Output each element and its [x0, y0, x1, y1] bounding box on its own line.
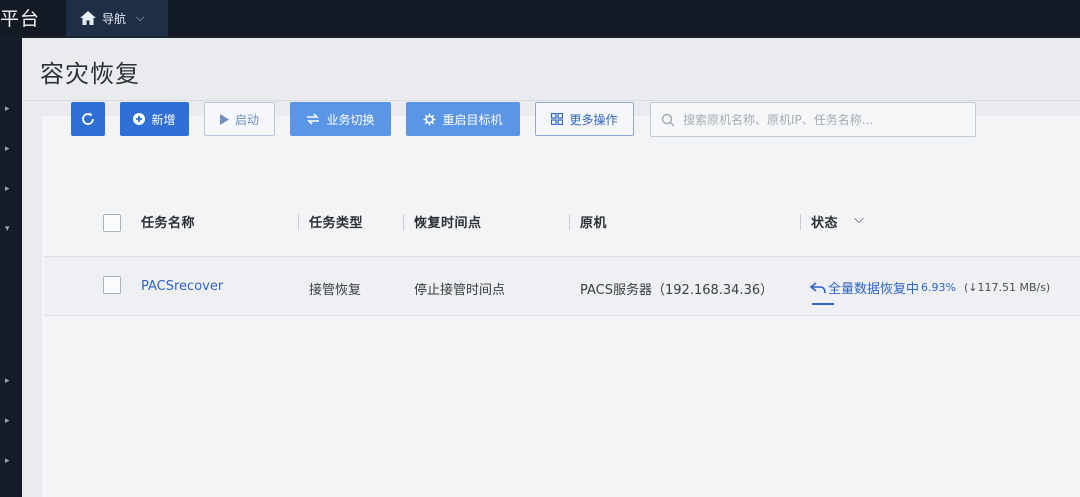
sidebar-expand-icon[interactable]: ▸ — [5, 144, 10, 154]
more-actions-button[interactable]: 更多操作 — [535, 102, 634, 136]
gear-icon — [423, 112, 437, 126]
column-separator — [298, 214, 299, 230]
business-switch-label: 业务切换 — [326, 112, 375, 127]
restore-icon — [810, 281, 826, 293]
restart-target-label: 重启目标机 — [442, 112, 503, 127]
refresh-button[interactable] — [71, 102, 105, 136]
recovery-time-cell: 停止接管时间点 — [414, 283, 506, 298]
search-box[interactable] — [650, 102, 976, 137]
divider — [22, 100, 1080, 101]
search-icon — [661, 113, 675, 127]
progress-bar — [812, 303, 834, 305]
transfer-speed: (↓117.51 MB/s) — [963, 281, 1051, 294]
sidebar-expand-icon[interactable]: ▾ — [5, 224, 10, 234]
home-icon — [80, 11, 96, 25]
sidebar-expand-icon[interactable]: ▸ — [5, 184, 10, 194]
business-switch-button[interactable]: 业务切换 — [290, 102, 391, 136]
chevron-down-icon[interactable]: ⌵ — [854, 212, 864, 227]
nav-menu-button[interactable]: 导航 ⌵ — [66, 0, 168, 36]
nav-label: 导航 — [102, 11, 127, 26]
chevron-down-icon: ⌵ — [136, 11, 145, 24]
plus-circle-icon — [133, 113, 146, 125]
progress-percent: 6.93% — [921, 281, 956, 294]
task-name-link[interactable]: PACSrecover — [141, 279, 223, 294]
sidebar-expand-icon[interactable]: ▸ — [5, 456, 10, 466]
page-title: 容灾恢复 — [40, 60, 140, 88]
select-all-checkbox[interactable] — [103, 214, 121, 232]
start-button-label: 启动 — [234, 112, 259, 127]
add-button[interactable]: 新增 — [120, 102, 189, 136]
table-row[interactable]: PACSrecover 接管恢复 停止接管时间点 PACS服务器（192.168… — [44, 256, 1080, 316]
column-header-recovery-time: 恢复时间点 — [414, 216, 482, 231]
sidebar-expand-icon[interactable]: ▸ — [5, 104, 10, 114]
top-nav-bar: 平台 导航 ⌵ — [0, 0, 1080, 36]
source-machine-cell: PACS服务器（192.168.34.36） — [580, 283, 774, 298]
column-separator — [569, 214, 570, 230]
column-header-status[interactable]: 状态 — [811, 212, 838, 231]
play-icon — [219, 113, 229, 125]
status-text: 全量数据恢复中 — [828, 282, 920, 297]
task-type-cell: 接管恢复 — [309, 283, 362, 298]
status-cell: 全量数据恢复中 6.93% (↓117.51 MB/s) — [810, 278, 1050, 297]
column-header-source-machine: 原机 — [580, 216, 608, 231]
grid-icon — [551, 113, 564, 125]
switch-icon — [307, 113, 320, 125]
sidebar-expand-icon[interactable]: ▸ — [5, 376, 10, 386]
column-separator — [800, 214, 801, 230]
sidebar-collapsed: ▸ ▸ ▸ ▾ ▸ ▸ ▸ — [0, 36, 22, 497]
row-checkbox[interactable] — [103, 276, 121, 294]
start-button[interactable]: 启动 — [204, 102, 275, 136]
column-header-task-name: 任务名称 — [141, 216, 196, 231]
platform-title: 平台 — [0, 8, 41, 30]
column-header-task-type: 任务类型 — [309, 216, 364, 231]
sidebar-expand-icon[interactable]: ▸ — [5, 416, 10, 426]
add-button-label: 新增 — [151, 112, 176, 127]
table-header: 任务名称 任务类型 恢复时间点 原机 状态 ⌵ — [44, 196, 1044, 256]
search-input[interactable] — [683, 112, 963, 127]
refresh-icon — [82, 112, 94, 125]
restart-target-button[interactable]: 重启目标机 — [406, 102, 520, 136]
column-separator — [403, 214, 404, 230]
more-actions-label: 更多操作 — [569, 112, 618, 127]
